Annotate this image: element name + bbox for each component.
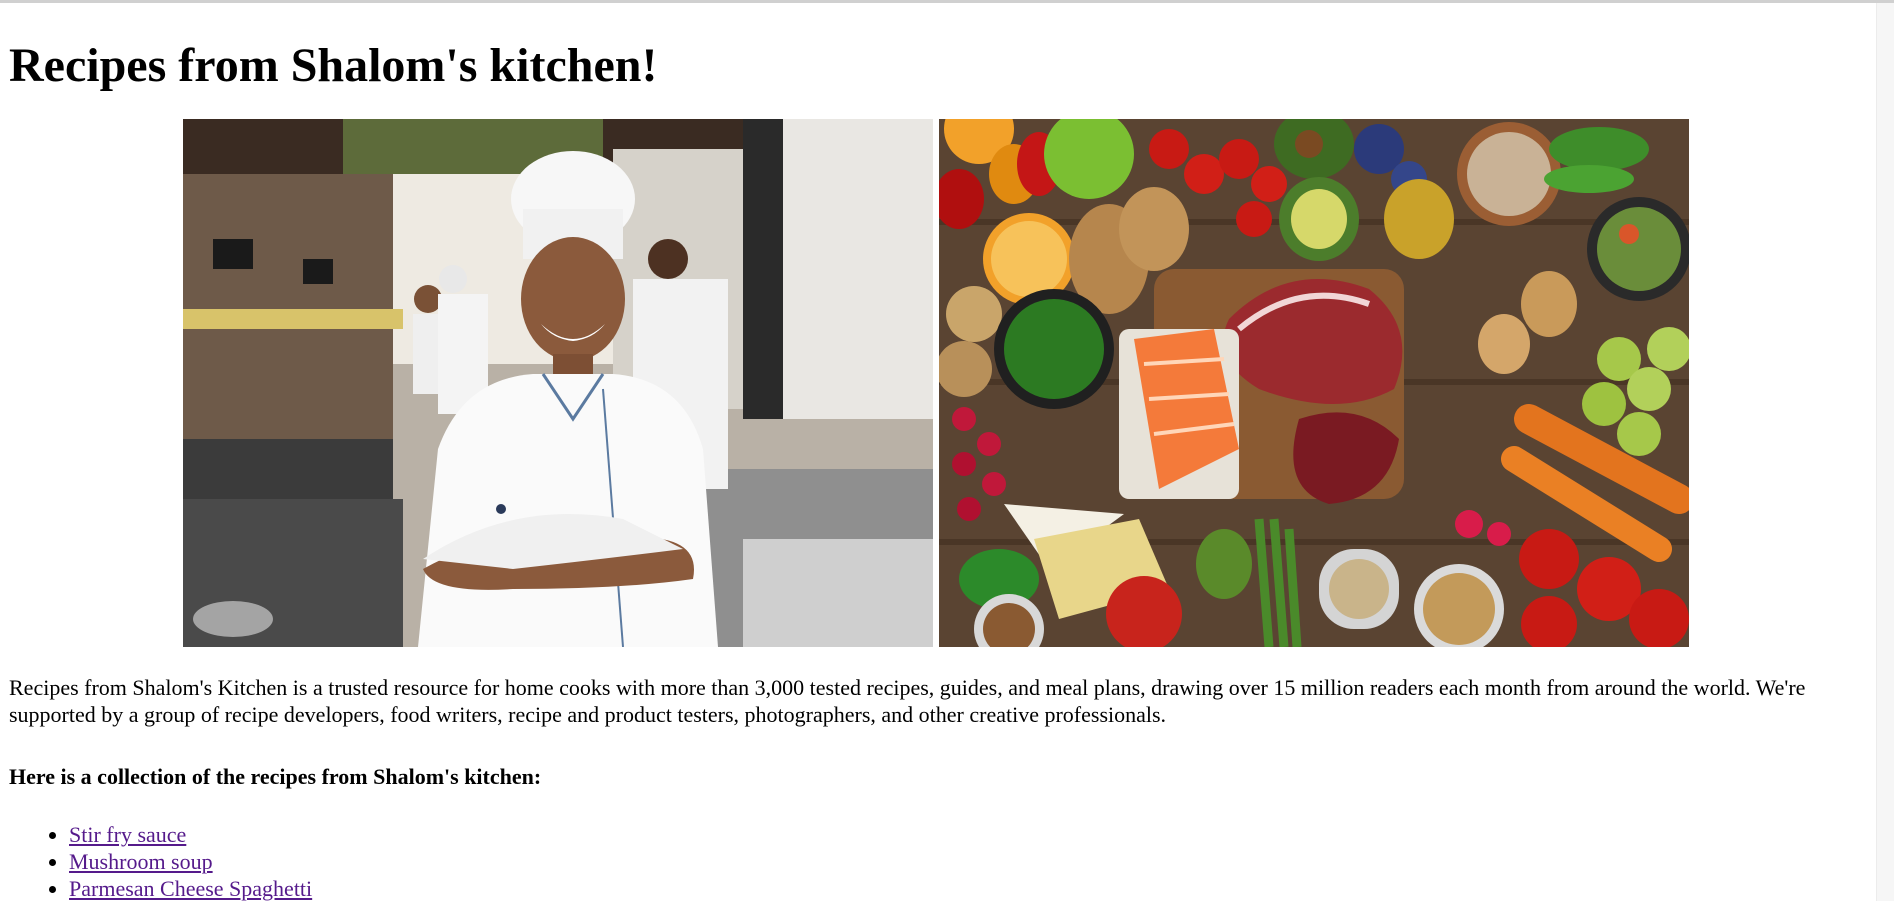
list-item: Mushroom soup — [69, 848, 312, 875]
list-item: Stir fry sauce — [69, 821, 312, 848]
page-content: Recipes from Shalom's kitchen! — [9, 3, 1869, 95]
page-title: Recipes from Shalom's kitchen! — [9, 39, 658, 92]
ingredients-photo — [939, 119, 1689, 647]
vertical-scrollbar[interactable] — [1876, 3, 1894, 901]
chef-photo — [183, 119, 933, 647]
list-item: Parmesan Cheese Spaghetti — [69, 875, 312, 901]
recipe-list: Stir fry sauce Mushroom soup Parmesan Ch… — [9, 821, 312, 901]
recipe-link-parmesan-cheese-spaghetti[interactable]: Parmesan Cheese Spaghetti — [69, 876, 312, 901]
recipe-link-mushroom-soup[interactable]: Mushroom soup — [69, 849, 213, 874]
recipe-link-stir-fry-sauce[interactable]: Stir fry sauce — [69, 822, 186, 847]
collection-heading: Here is a collection of the recipes from… — [9, 764, 542, 789]
intro-paragraph: Recipes from Shalom's Kitchen is a trust… — [9, 675, 1806, 727]
image-gallery — [183, 119, 1689, 647]
